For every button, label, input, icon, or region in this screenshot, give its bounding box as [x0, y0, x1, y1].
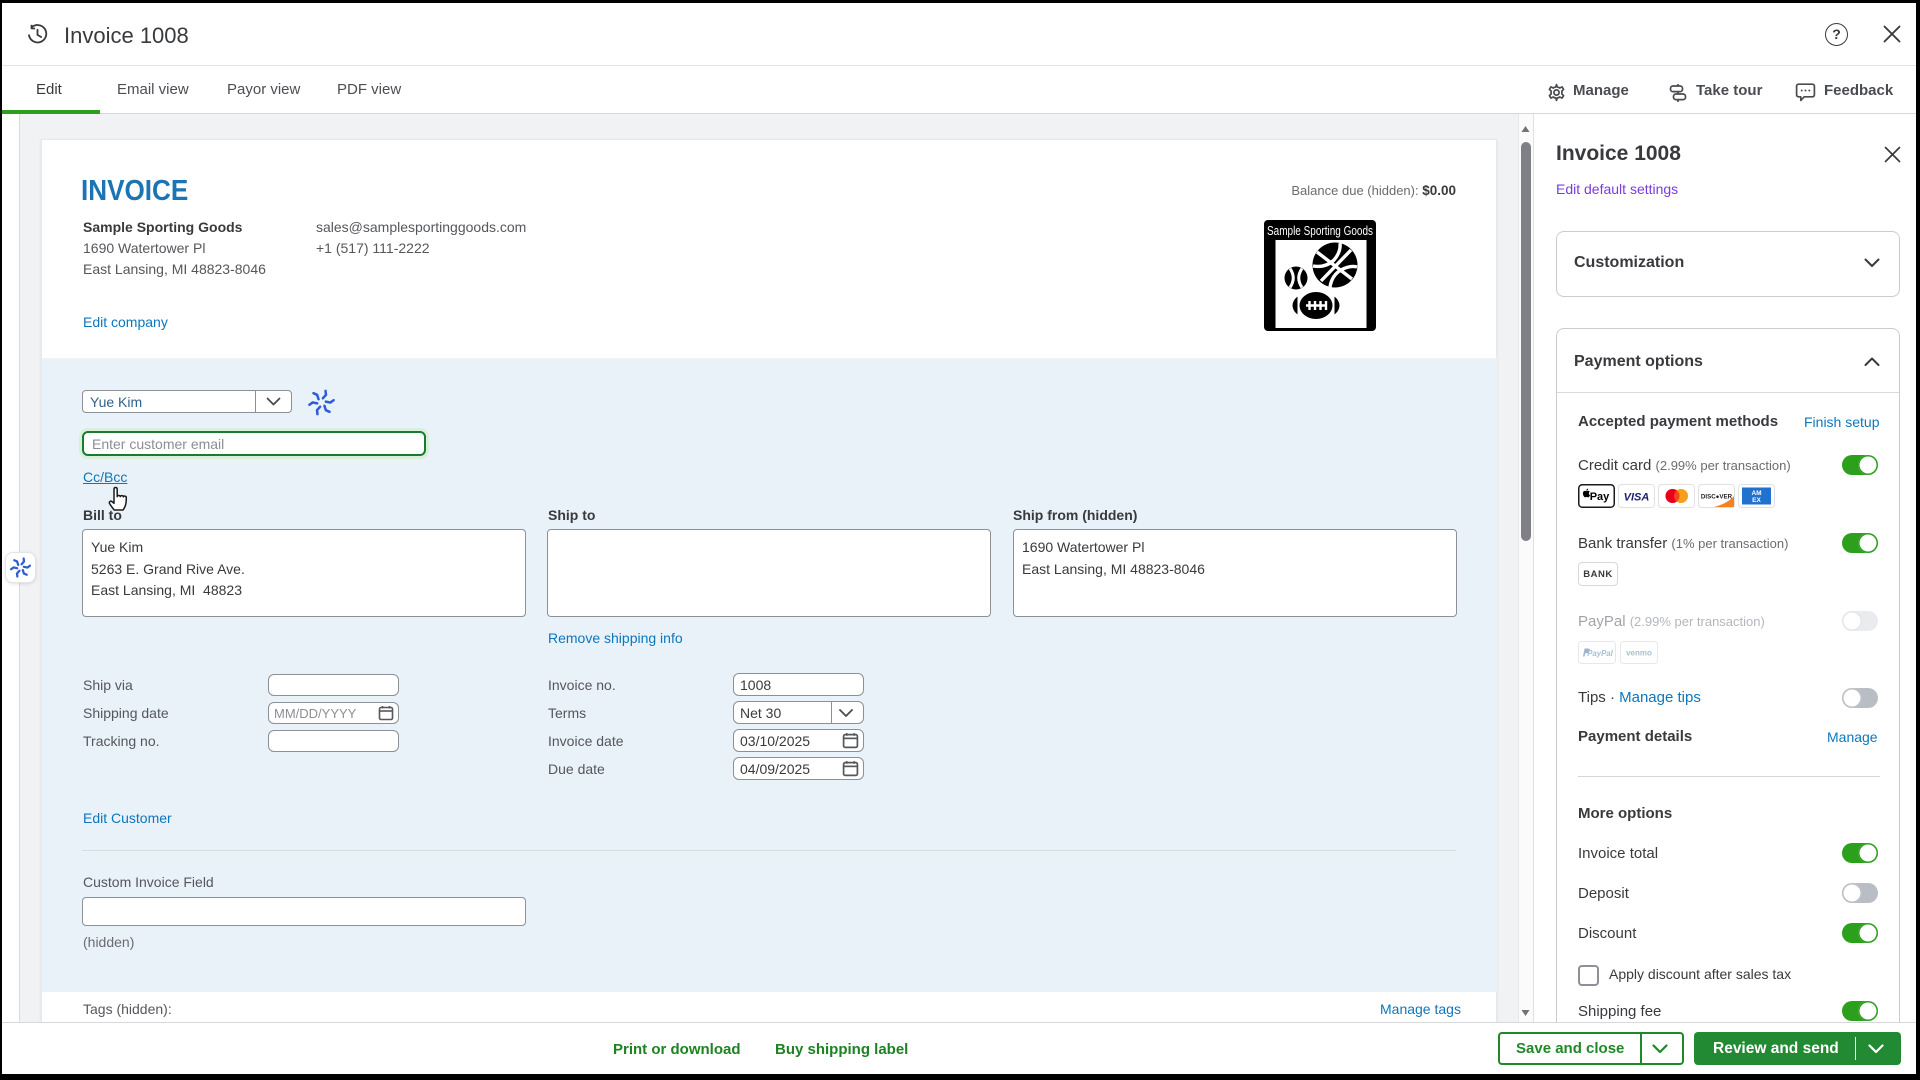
svg-text:PayPal: PayPal: [1587, 649, 1613, 658]
svg-text:DISC●VER: DISC●VER: [1701, 494, 1733, 501]
svg-text:Sample Sporting Goods: Sample Sporting Goods: [1267, 224, 1373, 238]
svg-text:EX: EX: [1752, 497, 1761, 504]
svg-text:venmo: venmo: [1626, 649, 1652, 658]
svg-text:VISA: VISA: [1624, 492, 1650, 504]
svg-text:AM: AM: [1751, 490, 1761, 497]
svg-text:Pay: Pay: [1590, 491, 1610, 503]
